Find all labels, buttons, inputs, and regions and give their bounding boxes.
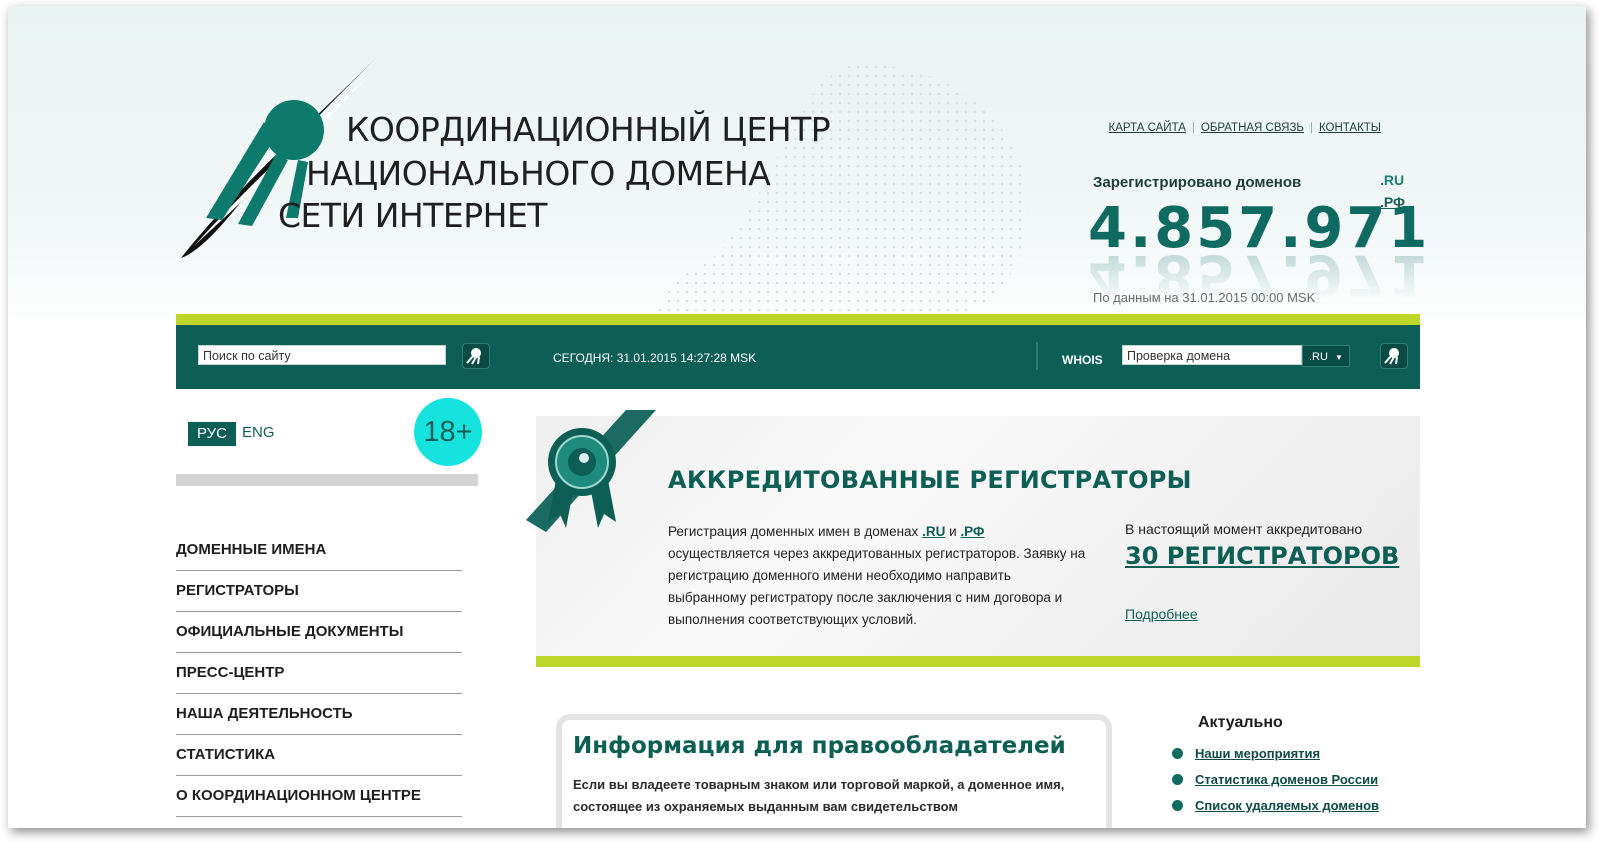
accredited-label: В настоящий момент аккредитовано bbox=[1125, 521, 1363, 537]
rf-zone-link[interactable]: .РФ bbox=[960, 524, 984, 539]
nav-about-center[interactable]: О КООРДИНАЦИОННОМ ЦЕНТРЕ bbox=[176, 776, 462, 817]
nav-official-documents[interactable]: ОФИЦИАЛЬНЫЕ ДОКУМЕНТЫ bbox=[176, 612, 462, 653]
contacts-link[interactable]: КОНТАКТЫ bbox=[1319, 122, 1381, 134]
counter-date: По данным на 31.01.2015 00:00 MSK bbox=[1093, 290, 1316, 305]
browser-page: КООРДИНАЦИОННЫЙ ЦЕНТР НАЦИОНАЛЬНОГО ДОМЕ… bbox=[8, 6, 1586, 828]
ru-zone-link[interactable]: .RU bbox=[922, 524, 945, 539]
nav-registrars[interactable]: РЕГИСТРАТОРЫ bbox=[176, 571, 462, 612]
actual-link-events[interactable]: Наши мероприятия bbox=[1172, 746, 1320, 761]
site-search-input[interactable]: Поиск по сайту bbox=[198, 345, 446, 365]
actual-link-label: Список удаляемых доменов bbox=[1195, 798, 1380, 813]
banner-text-part: Регистрация доменных имен в доменах bbox=[668, 524, 923, 539]
banner-description: Регистрация доменных имен в доменах .RU … bbox=[668, 521, 1088, 631]
logo-text-line-1: КООРДИНАЦИОННЫЙ ЦЕНТР bbox=[346, 110, 831, 149]
nav-domain-names[interactable]: ДОМЕННЫЕ ИМЕНА bbox=[176, 530, 462, 571]
rights-holders-title[interactable]: Информация для правообладателей bbox=[573, 733, 1066, 759]
whois-domain-input[interactable]: Проверка домена bbox=[1122, 345, 1302, 365]
actual-link-label: Статистика доменов России bbox=[1195, 772, 1379, 787]
sputnik-search-icon bbox=[1384, 348, 1399, 365]
nav-our-activity[interactable]: НАША ДЕЯТЕЛЬНОСТЬ bbox=[176, 694, 462, 735]
actual-link-label: Наши мероприятия bbox=[1195, 746, 1321, 761]
zone-select[interactable]: .RU ▼ bbox=[1302, 345, 1350, 367]
lang-ru-button[interactable]: РУС bbox=[188, 422, 236, 446]
registered-domains-label: Зарегистрировано доменов bbox=[1093, 174, 1302, 191]
today-datetime: СЕГОДНЯ: 31.01.2015 14:27:28 MSK bbox=[553, 351, 757, 365]
sitemap-link[interactable]: КАРТА САЙТА bbox=[1109, 122, 1186, 134]
logo-text-line-2: НАЦИОНАЛЬНОГО ДОМЕНА bbox=[306, 154, 771, 193]
header-accent-stripe bbox=[176, 314, 1420, 325]
banner-text-part: и bbox=[945, 524, 961, 539]
nav-statistics[interactable]: СТАТИСТИКА bbox=[176, 735, 462, 776]
sputnik-search-icon bbox=[466, 348, 481, 365]
whois-check-button[interactable] bbox=[1380, 343, 1408, 369]
nav-press-center[interactable]: ПРЕСС-ЦЕНТР bbox=[176, 653, 462, 694]
more-link[interactable]: Подробнее bbox=[1125, 606, 1198, 622]
zone-ru-toggle[interactable]: .RU bbox=[1380, 172, 1404, 188]
bar-divider bbox=[1036, 342, 1038, 370]
feedback-link[interactable]: ОБРАТНАЯ СВЯЗЬ bbox=[1201, 122, 1304, 134]
age-rating-badge: 18+ bbox=[414, 398, 482, 466]
lang-en-button[interactable]: ENG bbox=[242, 424, 275, 441]
accredited-count-link[interactable]: 30 РЕГИСТРАТОРОВ bbox=[1125, 542, 1399, 570]
award-ribbon-icon bbox=[526, 410, 656, 532]
left-column-divider bbox=[176, 474, 478, 486]
actual-link-deleted-domains[interactable]: Список удаляемых доменов bbox=[1172, 798, 1379, 813]
rights-holders-text: Если вы владеете товарным знаком или тор… bbox=[573, 777, 1065, 814]
whois-label: WHOIS bbox=[1062, 353, 1103, 367]
logo-text-line-3: СЕТИ ИНТЕРНЕТ bbox=[278, 196, 547, 235]
chevron-down-icon: ▼ bbox=[1335, 353, 1343, 362]
site-search-button[interactable] bbox=[462, 343, 490, 369]
bullet-icon bbox=[1172, 800, 1183, 811]
actual-section-title: Актуально bbox=[1198, 714, 1283, 731]
zone-select-value: .RU bbox=[1309, 351, 1328, 363]
banner-text-part: осуществляется через аккредитованных рег… bbox=[668, 546, 1086, 627]
banner-title: АККРЕДИТОВАННЫЕ РЕГИСТРАТОРЫ bbox=[668, 466, 1192, 494]
bullet-icon bbox=[1172, 774, 1183, 785]
bullet-icon bbox=[1172, 748, 1183, 759]
actual-link-statistics[interactable]: Статистика доменов России bbox=[1172, 772, 1378, 787]
top-links: КАРТА САЙТА | ОБРАТНАЯ СВЯЗЬ | КОНТАКТЫ bbox=[1108, 122, 1381, 134]
banner-accent-stripe bbox=[536, 656, 1420, 667]
